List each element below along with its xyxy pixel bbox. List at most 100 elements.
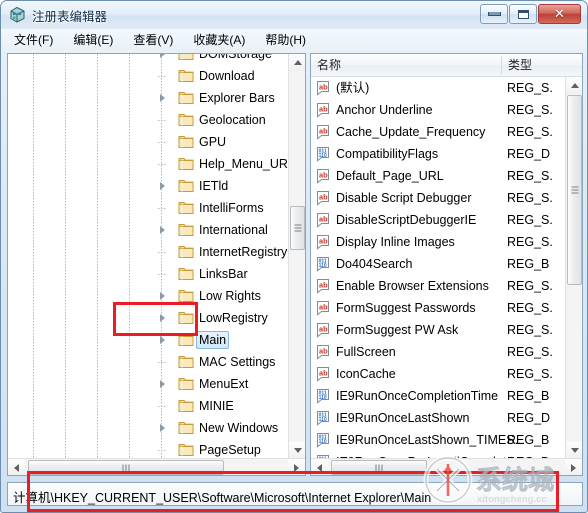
values-row[interactable]: ab Default_Page_URL REG_S.	[311, 165, 559, 187]
menu-file[interactable]: 文件(F)	[9, 32, 58, 49]
minimize-button[interactable]	[480, 4, 508, 24]
value-type[interactable]: REG_B	[507, 388, 549, 405]
tree-item-label[interactable]: PageSetup	[196, 441, 264, 459]
expand-arrow-icon[interactable]	[160, 226, 165, 234]
expand-arrow-icon[interactable]	[160, 380, 165, 388]
value-type[interactable]: REG_S.	[507, 124, 553, 141]
tree-item-label[interactable]: MINIE	[196, 397, 237, 415]
tree-item-ietld[interactable]: IETld	[8, 175, 288, 197]
tree-item-label[interactable]: Help_Menu_URLs	[196, 155, 288, 173]
tree-item-gpu[interactable]: GPU	[8, 131, 288, 153]
value-type[interactable]: REG_S.	[507, 300, 553, 317]
tree-item-label[interactable]: Explorer Bars	[196, 89, 278, 107]
tree-item-label[interactable]: LowRegistry	[196, 309, 271, 327]
values-vertical-scrollbar[interactable]	[565, 77, 582, 459]
value-name[interactable]: IE9RunOnceLastShown	[336, 410, 469, 427]
values-scroll-up-button[interactable]	[566, 77, 582, 94]
maximize-button[interactable]	[509, 4, 537, 24]
value-name[interactable]: IE9RunOnceLastShown_TIMES...	[336, 432, 525, 449]
value-name[interactable]: Display Inline Images	[336, 234, 455, 251]
registry-tree[interactable]: DOMStorage Download Explorer Bars Geolocati…	[8, 54, 288, 459]
value-type[interactable]: REG_S.	[507, 234, 553, 251]
tree-item-label[interactable]: International	[196, 221, 271, 239]
value-name[interactable]: Anchor Underline	[336, 102, 433, 119]
values-row[interactable]: 011 110 IE9RunOnceCompletionTime REG_B	[311, 385, 559, 407]
expand-arrow-icon[interactable]	[160, 54, 165, 58]
tree-item-intelliforms[interactable]: IntelliForms	[8, 197, 288, 219]
value-name[interactable]: IE9RunOnceCompletionTime	[336, 388, 498, 405]
values-row[interactable]: ab Cache_Update_Frequency REG_S.	[311, 121, 559, 143]
value-name[interactable]: CompatibilityFlags	[336, 146, 438, 163]
tree-item-label[interactable]: Download	[196, 67, 258, 85]
column-header-type[interactable]: 类型	[502, 57, 568, 74]
tree-item-linksbar[interactable]: LinksBar	[8, 263, 288, 285]
value-name[interactable]: FormSuggest PW Ask	[336, 322, 458, 339]
tree-item-label[interactable]: LinksBar	[196, 265, 251, 283]
tree-item-label[interactable]: GPU	[196, 133, 229, 151]
column-header-name[interactable]: 名称	[311, 57, 507, 74]
value-name[interactable]: IconCache	[336, 366, 396, 383]
values-row[interactable]: ab Enable Browser Extensions REG_S.	[311, 275, 559, 297]
expand-arrow-icon[interactable]	[160, 182, 165, 190]
tree-item-label[interactable]: New Windows	[196, 419, 281, 437]
value-type[interactable]: REG_S.	[507, 190, 553, 207]
value-name[interactable]: Default_Page_URL	[336, 168, 444, 185]
value-name[interactable]: Cache_Update_Frequency	[336, 124, 485, 141]
value-type[interactable]: REG_D	[507, 146, 550, 163]
tree-item-label[interactable]: IntelliForms	[196, 199, 267, 217]
expand-arrow-icon[interactable]	[160, 424, 165, 432]
value-type[interactable]: REG_S.	[507, 322, 553, 339]
values-row[interactable]: 011 110 IE9RunOnceLastShown_TIMES... REG_B	[311, 429, 559, 451]
value-name[interactable]: FullScreen	[336, 344, 396, 361]
values-row[interactable]: ab FormSuggest PW Ask REG_S.	[311, 319, 559, 341]
tree-item-domstorage[interactable]: DOMStorage	[8, 54, 288, 65]
value-type[interactable]: REG_S.	[507, 344, 553, 361]
value-name[interactable]: (默认)	[336, 80, 369, 97]
values-row[interactable]: ab (默认) REG_S.	[311, 77, 559, 99]
tree-item-label[interactable]: Geolocation	[196, 111, 269, 129]
registry-values-list[interactable]: ab (默认) REG_S. ab Anchor Underline REG_S. ab Ca…	[311, 77, 559, 459]
value-type[interactable]: REG_B	[507, 432, 549, 449]
tree-item-label[interactable]: InternetRegistry	[196, 243, 288, 261]
value-name[interactable]: Disable Script Debugger	[336, 190, 472, 207]
values-row[interactable]: ab IconCache REG_S.	[311, 363, 559, 385]
value-type[interactable]: REG_S.	[507, 278, 553, 295]
tree-item-menuext[interactable]: MenuExt	[8, 373, 288, 395]
value-type[interactable]: REG_S.	[507, 80, 553, 97]
value-type[interactable]: REG_S.	[507, 168, 553, 185]
tree-scroll-left-button[interactable]	[8, 459, 25, 475]
values-row[interactable]: 011 110 IE9RunOnceLastShown REG_D	[311, 407, 559, 429]
value-name[interactable]: Do404Search	[336, 256, 412, 273]
tree-item-label[interactable]: Low Rights	[196, 287, 264, 305]
tree-item-explorer-bars[interactable]: Explorer Bars	[8, 87, 288, 109]
tree-item-new-windows[interactable]: New Windows	[8, 417, 288, 439]
menu-favorites[interactable]: 收藏夹(A)	[188, 32, 250, 49]
values-row[interactable]: 011 110 Do404Search REG_B	[311, 253, 559, 275]
tree-scroll-down-button[interactable]	[289, 442, 305, 459]
menu-edit[interactable]: 编辑(E)	[68, 32, 118, 49]
menu-view[interactable]: 查看(V)	[128, 32, 178, 49]
tree-item-internetregistry[interactable]: InternetRegistry	[8, 241, 288, 263]
tree-item-label[interactable]: IETld	[196, 177, 231, 195]
tree-vertical-thumb[interactable]	[290, 206, 305, 250]
tree-item-download[interactable]: Download	[8, 65, 288, 87]
tree-vertical-scrollbar[interactable]	[288, 54, 305, 459]
value-type[interactable]: REG_S.	[507, 212, 553, 229]
tree-item-minie[interactable]: MINIE	[8, 395, 288, 417]
values-row[interactable]: ab Display Inline Images REG_S.	[311, 231, 559, 253]
values-row[interactable]: ab Anchor Underline REG_S.	[311, 99, 559, 121]
tree-item-label[interactable]: DOMStorage	[196, 54, 275, 63]
tree-item-geolocation[interactable]: Geolocation	[8, 109, 288, 131]
tree-item-pagesetup[interactable]: PageSetup	[8, 439, 288, 459]
tree-scroll-up-button[interactable]	[289, 54, 305, 71]
values-row[interactable]: ab DisableScriptDebuggerIE REG_S.	[311, 209, 559, 231]
menu-help[interactable]: 帮助(H)	[260, 32, 311, 49]
tree-item-mac-settings[interactable]: MAC Settings	[8, 351, 288, 373]
tree-item-label[interactable]: Main	[196, 331, 230, 349]
values-row[interactable]: 011 110 CompatibilityFlags REG_D	[311, 143, 559, 165]
values-vertical-thumb[interactable]	[567, 95, 582, 285]
tree-item-label[interactable]: MAC Settings	[196, 353, 278, 371]
values-row[interactable]: ab Disable Script Debugger REG_S.	[311, 187, 559, 209]
value-type[interactable]: REG_S.	[507, 366, 553, 383]
value-type[interactable]: REG_B	[507, 256, 549, 273]
